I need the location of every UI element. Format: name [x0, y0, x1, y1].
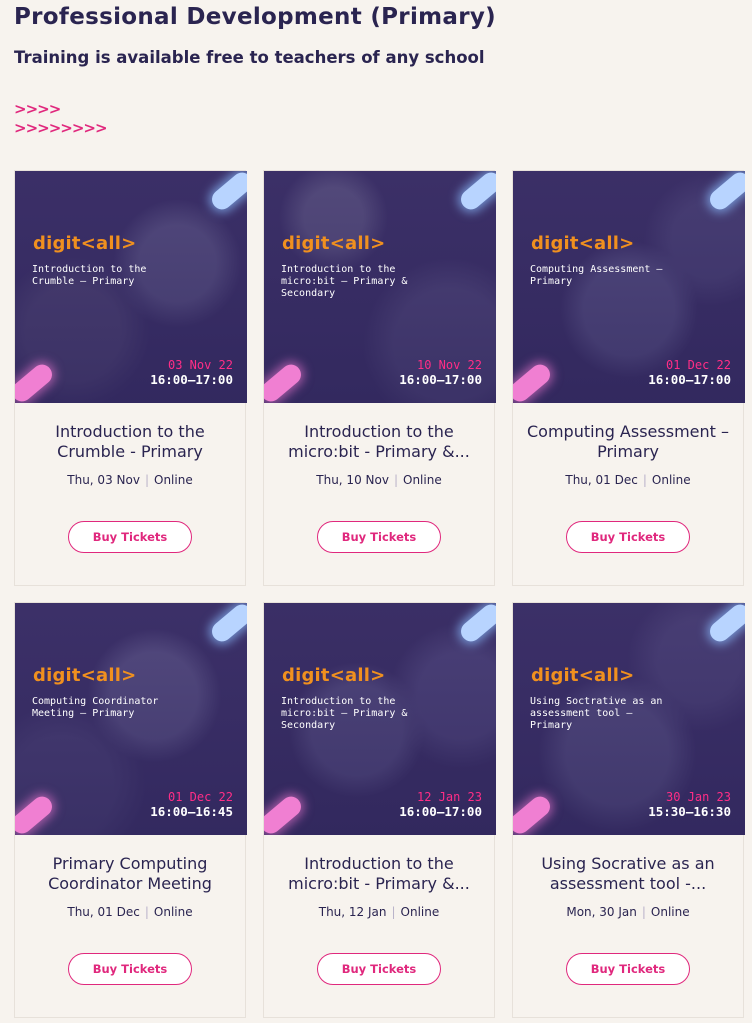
event-title[interactable]: Using Socrative as an assessment tool -.… [523, 854, 733, 894]
buy-tickets-button[interactable]: Buy Tickets [566, 953, 690, 985]
event-date: Mon, 30 Jan [566, 905, 637, 919]
thumbnail-label: Computing Assessment – Primary [530, 264, 663, 287]
buy-tickets-button[interactable]: Buy Tickets [317, 953, 441, 985]
event-location: Online [153, 905, 193, 919]
event-meta: Thu, 10 Nov | Online [264, 473, 494, 487]
page-subtitle: Training is available free to teachers o… [14, 48, 485, 67]
event-thumbnail[interactable]: digit<all> Computing Coordinator Meeting… [15, 603, 247, 835]
buy-tickets-button[interactable]: Buy Tickets [566, 521, 690, 553]
event-date: Thu, 01 Dec [565, 473, 638, 487]
buy-tickets-button[interactable]: Buy Tickets [68, 953, 192, 985]
digitall-logo: digit<all> [33, 233, 137, 254]
event-meta: Thu, 12 Jan | Online [264, 905, 494, 919]
event-meta: Thu, 01 Dec | Online [15, 905, 245, 919]
thumbnail-time: 16:00–17:00 [648, 372, 731, 387]
thumbnail-time: 16:00–17:00 [399, 372, 482, 387]
event-title[interactable]: Primary Computing Coordinator Meeting [25, 854, 235, 894]
event-title[interactable]: Introduction to the Crumble - Primary [25, 422, 235, 462]
thumbnail-label: Computing Coordinator Meeting – Primary [32, 696, 159, 719]
event-thumbnail[interactable]: digit<all> Introduction to the micro:bit… [264, 171, 496, 403]
digitall-logo: digit<all> [282, 665, 386, 686]
event-title[interactable]: Introduction to the micro:bit - Primary … [274, 854, 484, 894]
event-title[interactable]: Computing Assessment – Primary [523, 422, 733, 462]
event-date: Thu, 10 Nov [316, 473, 389, 487]
event-thumbnail[interactable]: digit<all> Using Soctrative as an assess… [513, 603, 745, 835]
separator: | [144, 473, 149, 487]
event-location: Online [651, 473, 691, 487]
separator: | [393, 473, 398, 487]
thumbnail-label: Using Soctrative as an assessment tool –… [530, 696, 663, 731]
thumbnail-date: 01 Dec 22 [167, 790, 233, 804]
event-card[interactable]: digit<all> Introduction to the Crumble –… [14, 170, 247, 586]
separator: | [642, 473, 647, 487]
event-thumbnail[interactable]: digit<all> Computing Assessment – Primar… [513, 171, 745, 403]
event-meta: Thu, 01 Dec | Online [513, 473, 743, 487]
thumbnail-date: 10 Nov 22 [416, 358, 482, 372]
separator: | [641, 905, 646, 919]
digitall-logo: digit<all> [531, 665, 635, 686]
event-date: Thu, 12 Jan [318, 905, 387, 919]
thumbnail-date: 12 Jan 23 [416, 790, 482, 804]
event-card[interactable]: digit<all> Computing Coordinator Meeting… [14, 602, 247, 1018]
thumbnail-date: 03 Nov 22 [167, 358, 233, 372]
chevron-decoration: >>>> [14, 100, 61, 118]
event-date: Thu, 03 Nov [67, 473, 140, 487]
event-card[interactable]: digit<all> Introduction to the micro:bit… [263, 170, 496, 586]
event-title[interactable]: Introduction to the micro:bit - Primary … [274, 422, 484, 462]
thumbnail-time: 16:00–17:00 [399, 804, 482, 819]
thumbnail-time: 16:00–17:00 [150, 372, 233, 387]
event-thumbnail[interactable]: digit<all> Introduction to the micro:bit… [264, 603, 496, 835]
event-location: Online [403, 473, 442, 487]
event-location: Online [154, 473, 193, 487]
event-card[interactable]: digit<all> Using Soctrative as an assess… [512, 602, 745, 1018]
event-card[interactable]: digit<all> Introduction to the micro:bit… [263, 602, 496, 1018]
thumbnail-date: 30 Jan 23 [665, 790, 731, 804]
thumbnail-time: 16:00–16:45 [150, 804, 233, 819]
separator: | [391, 905, 396, 919]
separator: | [144, 905, 149, 919]
event-date: Thu, 01 Dec [67, 905, 140, 919]
digitall-logo: digit<all> [531, 233, 635, 254]
buy-tickets-button[interactable]: Buy Tickets [317, 521, 441, 553]
event-meta: Mon, 30 Jan | Online [513, 905, 743, 919]
digitall-logo: digit<all> [33, 665, 137, 686]
thumbnail-label: Introduction to the Crumble – Primary [32, 264, 147, 287]
event-grid: digit<all> Introduction to the Crumble –… [14, 170, 747, 1023]
chevron-decoration: >>>>>>>> [14, 119, 108, 137]
thumbnail-time: 15:30–16:30 [648, 804, 731, 819]
thumbnail-label: Introduction to the micro:bit – Primary … [281, 264, 408, 299]
event-location: Online [650, 905, 690, 919]
thumbnail-date: 01 Dec 22 [665, 358, 731, 372]
page-title: Professional Development (Primary) [14, 4, 496, 30]
digitall-logo: digit<all> [282, 233, 386, 254]
thumbnail-label: Introduction to the micro:bit – Primary … [281, 696, 408, 731]
event-location: Online [400, 905, 440, 919]
event-thumbnail[interactable]: digit<all> Introduction to the Crumble –… [15, 171, 247, 403]
buy-tickets-button[interactable]: Buy Tickets [68, 521, 192, 553]
event-meta: Thu, 03 Nov | Online [15, 473, 245, 487]
event-card[interactable]: digit<all> Computing Assessment – Primar… [512, 170, 745, 586]
